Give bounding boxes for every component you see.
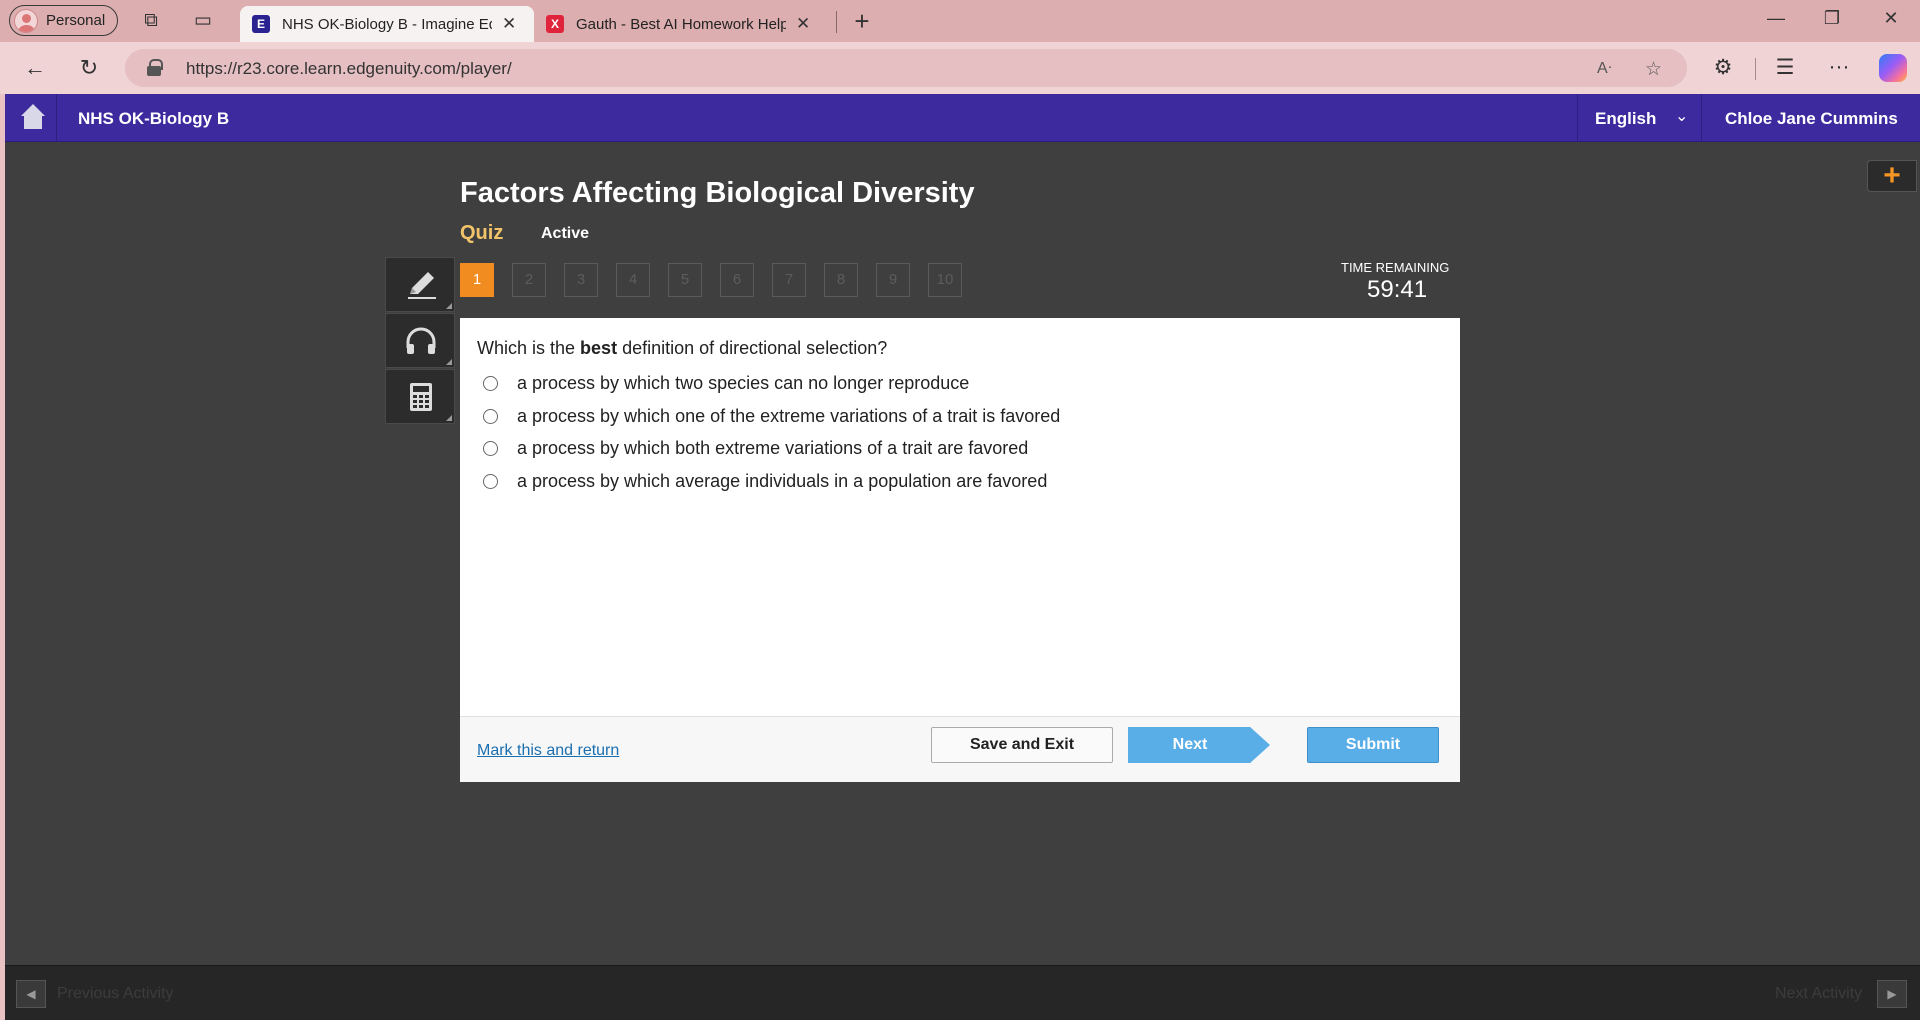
previous-activity-link[interactable]: Previous Activity (57, 985, 173, 1003)
question-number-4[interactable]: 4 (616, 263, 650, 297)
home-icon (21, 104, 45, 116)
browser-tab-gauth[interactable]: X Gauth - Best AI Homework Helper ✕ (534, 6, 836, 42)
next-activity-arrow-icon[interactable]: ▶ (1877, 980, 1907, 1008)
time-remaining-value: 59:41 (1367, 276, 1428, 303)
more-options-icon[interactable]: ··· (1826, 55, 1852, 79)
mark-and-return-link[interactable]: Mark this and return (477, 742, 619, 760)
activity-navigation-bar: ◀ Previous Activity Next Activity ▶ (5, 965, 1920, 1020)
new-tab-icon[interactable]: + (850, 8, 874, 34)
url-field[interactable]: https://r23.core.learn.edgenuity.com/pla… (125, 49, 1687, 87)
pencil-icon (408, 272, 436, 299)
question-number-8[interactable]: 8 (824, 263, 858, 297)
lesson-title: Factors Affecting Biological Diversity (460, 177, 975, 209)
pencil-tool-button[interactable] (385, 257, 455, 312)
close-tab-icon[interactable]: ✕ (502, 14, 516, 34)
profile-button[interactable]: Personal (9, 5, 119, 36)
question-number-2[interactable]: 2 (512, 263, 546, 297)
read-aloud-icon[interactable]: Aᐧ (1597, 58, 1612, 78)
back-arrow-icon[interactable]: ← (21, 54, 49, 82)
language-label: English (1595, 109, 1657, 128)
copilot-icon[interactable] (1879, 54, 1907, 82)
question-number-7[interactable]: 7 (772, 263, 806, 297)
save-and-exit-button[interactable]: Save and Exit (931, 727, 1113, 763)
question-number-1[interactable]: 1 (460, 263, 494, 297)
user-menu[interactable]: Chloe Jane Cummins (1725, 109, 1898, 129)
edgenuity-player: NHS OK-Biology B English ⌄ Chloe Jane Cu… (5, 94, 1920, 1020)
profile-avatar-icon (14, 8, 38, 33)
answer-choice-2[interactable]: a process by which one of the extreme va… (483, 405, 1060, 427)
edgenuity-favicon-icon: E (252, 15, 270, 33)
chevron-down-icon: ⌄ (1675, 108, 1689, 125)
question-panel: Which is the best definition of directio… (460, 318, 1460, 716)
next-button-label: Next (1172, 736, 1208, 753)
home-button[interactable] (5, 94, 57, 142)
answer-choice-1[interactable]: a process by which two species can no lo… (483, 372, 969, 394)
activity-status: Active (541, 225, 590, 242)
language-selector[interactable]: English ⌄ (1577, 94, 1702, 142)
vertical-tabs-icon[interactable]: ▭ (191, 9, 215, 33)
browser-tab-edgenuity[interactable]: E NHS OK-Biology B - Imagine Edgenuity ✕ (240, 6, 534, 42)
question-prompt: Which is the best definition of directio… (477, 338, 888, 358)
answer-choice-4[interactable]: a process by which average individuals i… (483, 470, 1047, 492)
answer-text: a process by which both extreme variatio… (517, 437, 1029, 458)
headphones-icon (406, 327, 436, 354)
expand-panel-plus-icon[interactable]: + (1867, 160, 1917, 192)
close-window-icon[interactable]: ✕ (1879, 8, 1903, 29)
browser-address-bar: ← ↻ https://r23.core.learn.edgenuity.com… (0, 42, 1920, 94)
workspaces-icon[interactable]: ⧉ (139, 9, 163, 33)
tab-divider (836, 11, 837, 33)
question-number-6[interactable]: 6 (720, 263, 754, 297)
audio-tool-button[interactable] (385, 313, 455, 368)
course-title: NHS OK-Biology B (78, 109, 230, 128)
question-number-10[interactable]: 10 (928, 263, 962, 297)
radio-button[interactable] (483, 408, 498, 424)
toolbar-divider (1755, 58, 1756, 80)
question-footer: Mark this and return Save and Exit Next … (460, 716, 1460, 782)
tab-title: Gauth - Best AI Homework Helper (576, 15, 786, 33)
radio-button[interactable] (483, 440, 498, 456)
url-text: https://r23.core.learn.edgenuity.com/pla… (186, 59, 512, 78)
question-number-3[interactable]: 3 (564, 263, 598, 297)
answer-text: a process by which average individuals i… (517, 470, 1048, 491)
activity-type: Quiz (460, 222, 504, 244)
lock-icon (147, 59, 163, 76)
radio-button[interactable] (483, 375, 498, 391)
tab-title: NHS OK-Biology B - Imagine Edgenuity (282, 15, 492, 33)
previous-activity-arrow-icon[interactable]: ◀ (16, 980, 46, 1008)
extensions-icon[interactable]: ⚙ (1710, 55, 1736, 80)
calculator-icon (410, 383, 432, 411)
minimize-icon[interactable]: — (1764, 8, 1788, 29)
radio-button[interactable] (483, 473, 498, 489)
time-remaining-label: TIME REMAINING (1341, 260, 1450, 275)
gauth-favicon-icon: X (546, 15, 564, 33)
profile-label: Personal (46, 12, 106, 29)
answer-text: a process by which one of the extreme va… (517, 405, 1061, 426)
course-header: NHS OK-Biology B English ⌄ Chloe Jane Cu… (5, 94, 1920, 142)
next-button[interactable]: Next (1128, 727, 1270, 763)
favorites-icon[interactable]: ☰ (1772, 55, 1798, 80)
next-activity-link[interactable]: Next Activity (1775, 985, 1862, 1003)
reload-icon[interactable]: ↻ (75, 54, 103, 82)
tool-palette (385, 257, 455, 426)
question-number-5[interactable]: 5 (668, 263, 702, 297)
submit-button[interactable]: Submit (1307, 727, 1439, 763)
emphasis-text: best (580, 338, 618, 358)
answer-choice-3[interactable]: a process by which both extreme variatio… (483, 437, 1028, 459)
question-number-9[interactable]: 9 (876, 263, 910, 297)
browser-tab-bar: Personal ⧉ ▭ E NHS OK-Biology B - Imagin… (0, 0, 1920, 42)
calculator-tool-button[interactable] (385, 369, 455, 424)
answer-text: a process by which two species can no lo… (517, 372, 970, 393)
favorite-star-icon[interactable]: ☆ (1645, 58, 1662, 81)
close-tab-icon[interactable]: ✕ (796, 14, 810, 34)
restore-icon[interactable]: ❐ (1820, 8, 1844, 29)
